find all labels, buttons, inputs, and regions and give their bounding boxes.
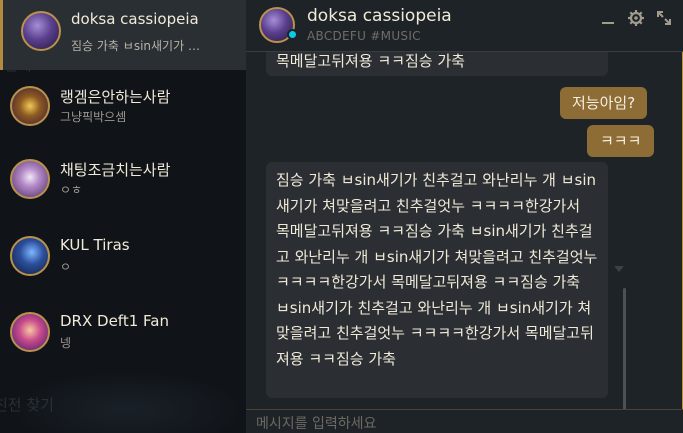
outgoing-message: 저능아임? xyxy=(560,87,648,119)
friend-status: 그냥픽박으셈 xyxy=(60,110,127,124)
cassiopeia-avatar xyxy=(21,11,61,51)
friend-list: 친체 친전 찾기 doksa cassiopeia 짐승 가축 ㅂsin새기가 … xyxy=(0,0,246,433)
chat-partner-subtitle: ABCDEFU #MUSIC xyxy=(307,29,421,43)
expand-icon[interactable] xyxy=(655,9,673,27)
purple-mask-avatar xyxy=(10,312,50,352)
friend-item-2[interactable]: 랭겜은안하는사람 그냥픽박으셈 xyxy=(0,72,246,142)
ghost-find-label: 친전 찾기 xyxy=(0,396,54,414)
chat-header: doksa cassiopeia ABCDEFU #MUSIC xyxy=(246,0,683,52)
friend-item-3[interactable]: 채팅조금치는사람 ㅇㅎ xyxy=(0,145,246,215)
blue-warrior-avatar xyxy=(10,236,50,276)
friend-item-drx-deft1-fan[interactable]: DRX Deft1 Fan 넹 xyxy=(0,298,246,368)
outgoing-message: ㅋㅋㅋ xyxy=(587,125,655,157)
gold-emblem-avatar xyxy=(10,86,50,126)
friend-item-kul-tiras[interactable]: KUL Tiras ㅇ xyxy=(0,222,246,292)
friend-name: DRX Deft1 Fan xyxy=(60,312,169,330)
scroll-down-icon[interactable] xyxy=(614,266,624,272)
chat-panel: doksa cassiopeia ABCDEFU #MUSIC 목메달고뒤져용 … xyxy=(246,0,683,433)
friend-name: doksa cassiopeia xyxy=(71,10,199,28)
online-status-icon xyxy=(287,29,298,40)
message-input-bar xyxy=(246,409,683,433)
friend-name: 랭겜은안하는사람 xyxy=(60,88,171,106)
friend-name: KUL Tiras xyxy=(60,236,130,254)
friend-status: ㅇㅎ xyxy=(60,183,83,197)
chat-partner-name: doksa cassiopeia xyxy=(307,6,452,26)
message-input[interactable] xyxy=(256,413,676,433)
white-spirit-avatar xyxy=(10,159,50,199)
incoming-message: 짐승 가축 ㅂsin새기가 친추걸고 와난리누 개 ㅂsin새기가 쳐맞을려고 … xyxy=(266,162,608,398)
gear-icon[interactable] xyxy=(627,9,645,27)
friend-status: ㅇ xyxy=(60,260,72,274)
minimize-icon[interactable] xyxy=(599,9,617,27)
friend-status: 짐승 가축 ㅂsin새기가 … xyxy=(71,39,200,53)
message-list[interactable]: 목메달고뒤져용 ㅋㅋ짐승 가축 저능아임? ㅋㅋㅋ 짐승 가축 ㅂsin새기가 … xyxy=(246,52,683,409)
friend-item-doksa-cassiopeia[interactable]: doksa cassiopeia 짐승 가축 ㅂsin새기가 … xyxy=(0,0,246,70)
friend-name: 채팅조금치는사람 xyxy=(60,161,171,179)
incoming-message: 목메달고뒤져용 ㅋㅋ짐승 가축 xyxy=(266,52,608,76)
message-scrollbar[interactable] xyxy=(623,288,626,409)
friend-status: 넹 xyxy=(60,336,72,350)
